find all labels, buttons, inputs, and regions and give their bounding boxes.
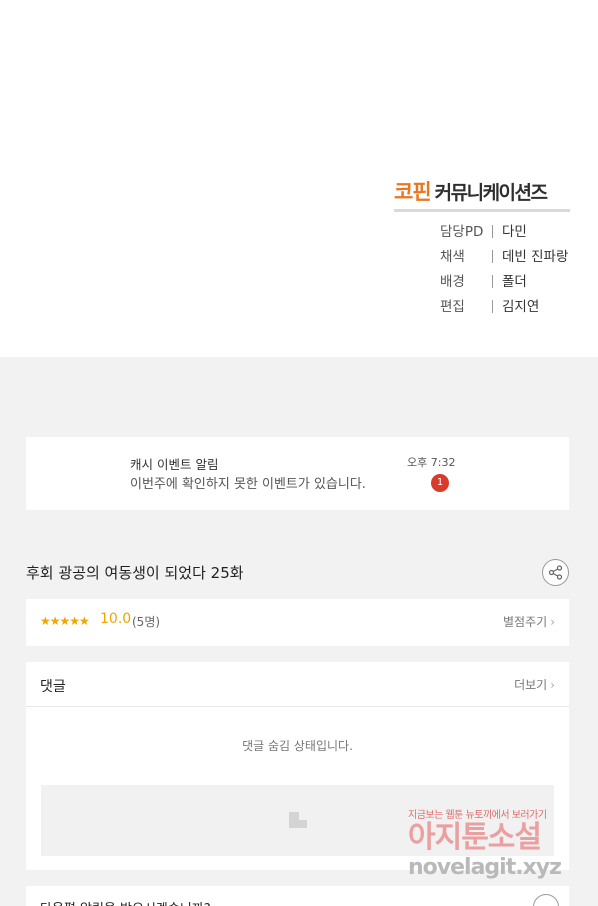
credit-role: 담당PD bbox=[440, 224, 484, 240]
next-episode-alert-card[interactable]: 다음편 알림을 받으시겠습니까? bbox=[26, 886, 569, 906]
rating-card: ★★★★★ 10.0 (5명) 별점주기 › bbox=[26, 599, 569, 646]
rate-button[interactable]: 별점주기 › bbox=[503, 613, 555, 630]
credit-separator bbox=[492, 275, 493, 288]
cash-event-notice[interactable]: 캐시 이벤트 알림 오후 7:32 이번주에 확인하지 못한 이벤트가 있습니다… bbox=[26, 437, 569, 510]
credit-role: 배경 bbox=[440, 274, 465, 290]
credit-separator bbox=[492, 250, 493, 263]
credit-role: 편집 bbox=[440, 299, 465, 315]
logo-accent-text: 코핀 bbox=[394, 180, 432, 204]
rate-button-label: 별점주기 bbox=[503, 615, 548, 629]
next-episode-alert-text: 다음편 알림을 받으시겠습니까? bbox=[40, 898, 211, 906]
comment-placeholder-icon bbox=[289, 812, 307, 828]
bell-icon[interactable] bbox=[533, 894, 559, 906]
logo-rest-text: 커뮤니케이션즈 bbox=[434, 182, 548, 204]
credit-row: 편집 김지연 bbox=[440, 297, 568, 322]
comment-header: 댓글 bbox=[40, 679, 66, 695]
credit-row: 담당PD 다민 bbox=[440, 222, 568, 247]
share-icon bbox=[548, 565, 563, 580]
divider bbox=[26, 706, 569, 707]
notice-time: 오후 7:32 bbox=[407, 456, 456, 469]
chevron-right-icon: › bbox=[550, 678, 555, 692]
comment-more-button[interactable]: 더보기 › bbox=[514, 676, 555, 693]
notice-message: 이번주에 확인하지 못한 이벤트가 있습니다. bbox=[130, 477, 366, 492]
comment-more-label: 더보기 bbox=[514, 678, 548, 692]
episode-end-banner: 코핀 커뮤니케이션즈 담당PD 다민 채색 데빈 진파랑 배경 폴더 편집 김지연 bbox=[0, 0, 598, 357]
notice-badge: 1 bbox=[431, 474, 449, 492]
credit-name: 데빈 진파랑 bbox=[502, 249, 569, 265]
share-button[interactable] bbox=[542, 559, 569, 586]
credit-separator bbox=[492, 300, 493, 313]
rating-count: (5명) bbox=[132, 615, 161, 629]
credit-separator bbox=[492, 225, 493, 238]
credit-name: 김지연 bbox=[502, 299, 540, 315]
chevron-right-icon: › bbox=[550, 615, 555, 629]
site-watermark: 지금보는 웹툰 뉴토끼에서 보러가기 아지툰소설 novelagit.xyz bbox=[408, 806, 588, 886]
credit-row: 채색 데빈 진파랑 bbox=[440, 247, 568, 272]
watermark-main-text: 아지툰소설 bbox=[408, 820, 542, 855]
credit-row: 배경 폴더 bbox=[440, 272, 568, 297]
logo-underline bbox=[394, 209, 570, 212]
notice-title: 캐시 이벤트 알림 bbox=[130, 457, 219, 472]
credit-role: 채색 bbox=[440, 249, 465, 265]
credits-list: 담당PD 다민 채색 데빈 진파랑 배경 폴더 편집 김지연 bbox=[440, 222, 568, 322]
watermark-url: novelagit.xyz bbox=[408, 855, 562, 880]
credit-name: 다민 bbox=[502, 224, 527, 240]
watermark-top-text: 지금보는 웹툰 뉴토끼에서 보러가기 bbox=[408, 810, 547, 821]
rating-score: 10.0 bbox=[100, 611, 132, 627]
publisher-logo: 코핀 커뮤니케이션즈 bbox=[394, 176, 570, 212]
comment-hidden-notice: 댓글 숨김 상태입니다. bbox=[242, 739, 353, 753]
credit-name: 폴더 bbox=[502, 274, 527, 290]
rating-stars-icon: ★★★★★ bbox=[40, 614, 90, 628]
episode-title: 후회 광공의 여동생이 되었다 25화 bbox=[26, 564, 244, 582]
